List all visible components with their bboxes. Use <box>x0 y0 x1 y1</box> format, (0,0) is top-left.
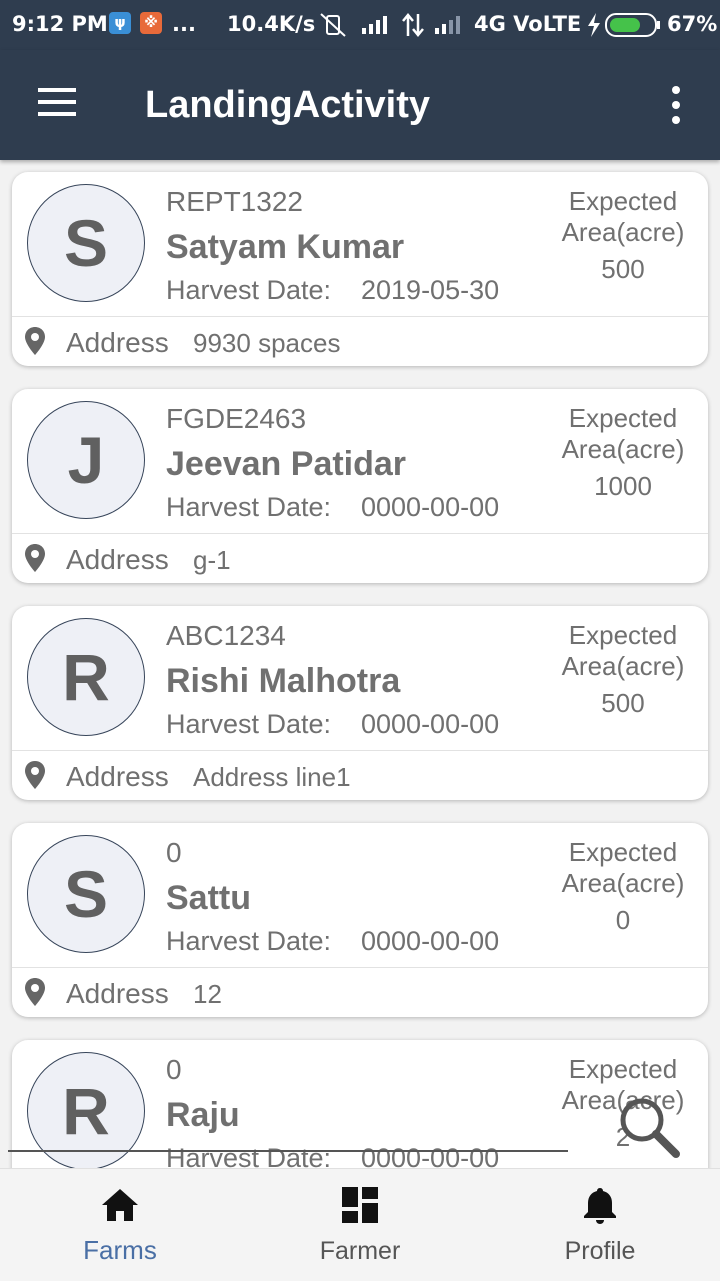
harvest-date-value: 0000-00-00 <box>361 709 500 739</box>
card-divider <box>12 533 708 534</box>
nav-farms-label: Farms <box>83 1235 157 1265</box>
harvest-date-label: Harvest Date: <box>166 1143 332 1168</box>
status-bar: 9:12 PM ψ ※ ... 10.4K/s 4G VoLTE 67% <box>0 0 720 50</box>
expected-area-value: 500 <box>601 254 645 284</box>
harvest-date-label: Harvest Date: <box>166 492 332 522</box>
status-speed: 10.4K/s <box>227 12 316 36</box>
farm-code: REPT1322 <box>166 186 303 217</box>
card-divider <box>12 967 708 968</box>
address-value: Address line1 <box>193 762 351 792</box>
farm-code: 0 <box>166 837 182 868</box>
status-time: 9:12 PM <box>12 12 108 36</box>
signal-icon <box>362 16 387 34</box>
farm-card[interactable]: J FGDE2463 Jeevan Patidar Harvest Date: … <box>12 389 708 583</box>
data-transfer-icon <box>402 13 424 37</box>
nav-farmer-label: Farmer <box>319 1237 401 1265</box>
usb-icon: ψ <box>109 12 131 34</box>
farmer-name: Jeevan Patidar <box>166 445 407 483</box>
farm-card[interactable]: S REPT1322 Satyam Kumar Harvest Date: 20… <box>12 172 708 366</box>
location-pin-icon <box>25 544 45 572</box>
farm-code: 0 <box>166 1054 182 1085</box>
bottom-navigation: Farms Farmer Profile <box>0 1168 720 1281</box>
address-label: Address <box>66 761 169 792</box>
nav-farms[interactable]: Farms <box>30 1169 210 1281</box>
search-icon[interactable] <box>612 1090 684 1162</box>
nav-profile-label: Profile <box>564 1237 636 1265</box>
address-label: Address <box>66 978 169 1009</box>
harvest-date-value: 0000-00-00 <box>361 492 500 522</box>
status-more: ... <box>172 12 196 36</box>
more-options-icon[interactable] <box>664 86 688 126</box>
expected-area-value: 500 <box>601 688 645 718</box>
avatar: J <box>27 401 145 519</box>
app-bar: LandingActivity <box>0 50 720 160</box>
nav-profile[interactable]: Profile <box>510 1169 690 1281</box>
home-icon <box>102 1189 138 1221</box>
harvest-date-label: Harvest Date: <box>166 926 332 956</box>
expected-area-label: Expected Area(acre) <box>561 403 685 464</box>
farm-card[interactable]: R 0 Raju Harvest Date: 0000-00-00 Expect… <box>12 1040 708 1168</box>
avatar: S <box>27 184 145 302</box>
harvest-date-label: Harvest Date: <box>166 275 332 305</box>
menu-icon[interactable] <box>38 88 76 118</box>
farm-code: ABC1234 <box>166 620 286 651</box>
expected-area-label: Expected Area(acre) <box>561 186 685 247</box>
address-value: 12 <box>193 979 222 1009</box>
nav-farmer[interactable]: Farmer <box>270 1169 450 1281</box>
location-pin-icon <box>25 327 45 355</box>
card-divider <box>12 750 708 751</box>
farm-card[interactable]: S 0 Sattu Harvest Date: 0000-00-00 Expec… <box>12 823 708 1017</box>
location-pin-icon <box>25 978 45 1006</box>
address-value: 9930 spaces <box>193 328 341 358</box>
address-value: g-1 <box>193 545 231 575</box>
expected-area-label: Expected Area(acre) <box>561 837 685 898</box>
farmer-name: Satyam Kumar <box>166 228 405 266</box>
avatar: S <box>27 835 145 953</box>
signal-weak-icon <box>435 16 460 34</box>
avatar: R <box>27 618 145 736</box>
charging-icon <box>588 13 600 37</box>
farmer-name: Sattu <box>166 879 251 917</box>
location-pin-icon <box>25 761 45 789</box>
status-network: 4G VoLTE <box>474 12 582 36</box>
expected-area-value: 1000 <box>594 471 652 501</box>
scroll-indicator <box>8 1150 568 1152</box>
page-title: LandingActivity <box>145 84 431 126</box>
farm-card[interactable]: R ABC1234 Rishi Malhotra Harvest Date: 0… <box>12 606 708 800</box>
expected-area-value: 0 <box>615 905 631 935</box>
farm-code: FGDE2463 <box>166 403 307 434</box>
dashboard-icon <box>342 1187 378 1223</box>
harvest-date-value: 0000-00-00 <box>361 926 500 956</box>
harvest-date-label: Harvest Date: <box>166 709 332 739</box>
battery-icon <box>605 13 660 37</box>
address-label: Address <box>66 544 169 575</box>
bell-icon <box>584 1188 616 1224</box>
expected-area-label: Expected Area(acre) <box>561 620 685 681</box>
farmer-name: Raju <box>166 1096 240 1134</box>
farm-list[interactable]: S REPT1322 Satyam Kumar Harvest Date: 20… <box>0 160 720 1168</box>
harvest-date-value: 0000-00-00 <box>361 1143 500 1168</box>
harvest-date-value: 2019-05-30 <box>361 275 500 305</box>
vibrate-off-icon <box>320 13 346 37</box>
card-divider <box>12 316 708 317</box>
farmer-name: Rishi Malhotra <box>166 662 401 700</box>
app-notification-icon: ※ <box>140 12 162 34</box>
address-label: Address <box>66 327 169 358</box>
status-battery: 67% <box>667 12 718 36</box>
